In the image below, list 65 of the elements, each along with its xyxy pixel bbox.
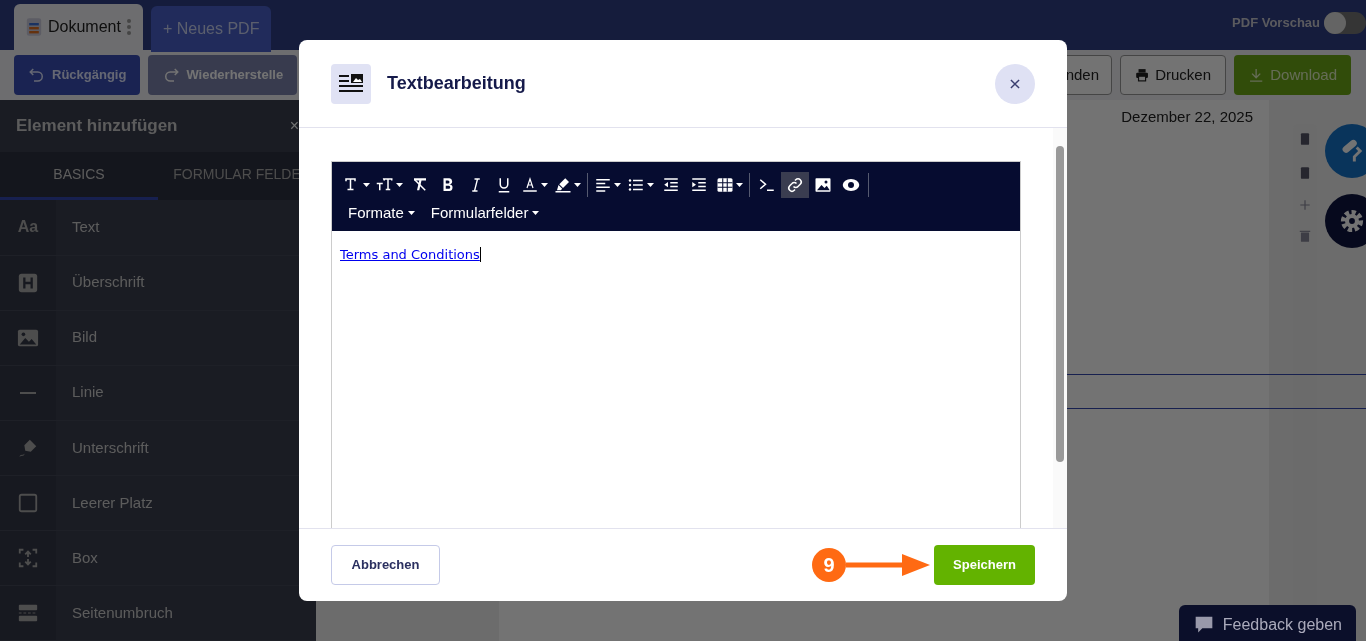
- printer-icon: [1135, 66, 1150, 84]
- table-icon: [716, 176, 734, 194]
- toolbar-button[interactable]: Drucken: [1120, 55, 1226, 95]
- caret-icon: [363, 183, 370, 187]
- editor[interactable]: Formate Formularfelder Terms and Conditions: [331, 161, 1021, 528]
- paint-button[interactable]: [1325, 124, 1366, 178]
- phone-icon: [1298, 130, 1312, 148]
- undo-icon: [28, 66, 46, 84]
- caret-icon: [736, 183, 743, 187]
- cancel-button[interactable]: Abbrechen: [331, 545, 440, 585]
- list-icon: [627, 176, 645, 194]
- square-icon: [17, 491, 39, 514]
- tablet-icon: [1298, 164, 1312, 182]
- trash-icon: [1298, 228, 1312, 244]
- caret-icon: [574, 183, 581, 187]
- image-icon: [814, 176, 832, 194]
- menu-button[interactable]: Formularfelder: [422, 202, 548, 225]
- step-badge: 9: [812, 548, 846, 582]
- caret-icon: [614, 183, 621, 187]
- feedback-button[interactable]: Feedback geben: [1178, 605, 1356, 641]
- settings-icon: [1338, 207, 1366, 235]
- close-button[interactable]: ×: [288, 113, 300, 140]
- caret-icon: [407, 211, 415, 216]
- toolbar-button[interactable]: Rückgängig: [14, 55, 141, 95]
- settings-button[interactable]: [1325, 194, 1366, 248]
- heading-icon: [17, 271, 39, 294]
- highlighter-icon: [554, 176, 572, 194]
- sidebar-item[interactable]: Seitenumbruch: [0, 585, 316, 641]
- toolbar-button[interactable]: Download: [1234, 55, 1351, 95]
- scrollbar[interactable]: [1053, 128, 1067, 528]
- close-icon: [1008, 76, 1022, 91]
- save-button[interactable]: Speichern: [934, 545, 1035, 585]
- caret-icon: [541, 183, 548, 187]
- outdent-icon: [662, 176, 680, 194]
- clear-format-icon: [411, 176, 429, 194]
- line-icon: [20, 391, 36, 394]
- switch-label: PDF Vorschau: [1232, 14, 1320, 33]
- page-break-icon: [17, 602, 39, 624]
- toggle-switch[interactable]: [1324, 12, 1366, 34]
- document-icon: [26, 17, 42, 37]
- caret-icon: [396, 183, 403, 187]
- menu-button[interactable]: Formate: [340, 202, 423, 225]
- download-icon: [1248, 66, 1265, 84]
- eye-icon: [842, 176, 860, 194]
- panel-title: Element hinzufügen: [16, 115, 178, 138]
- link[interactable]: Terms and Conditions: [340, 246, 481, 262]
- toolbar-button[interactable]: [781, 172, 809, 198]
- indent-icon: [690, 176, 708, 194]
- close-button[interactable]: [995, 63, 1035, 104]
- text-edit-icon: [331, 63, 371, 104]
- align-icon: [594, 176, 612, 194]
- app-tab[interactable]: Dokument: [14, 4, 143, 50]
- box-icon: [17, 546, 39, 569]
- kebab-icon: [126, 19, 131, 35]
- plus-icon: [1298, 198, 1312, 212]
- caret-icon: [647, 183, 654, 187]
- caret-icon: [532, 211, 540, 216]
- arrow-icon: [846, 554, 930, 576]
- dialog-title: Textbearbeitung: [387, 72, 526, 95]
- panel-tab[interactable]: FORMULAR FELDE: [158, 152, 316, 201]
- document-date: Dezember 22, 2025: [1121, 108, 1253, 125]
- text-color-icon: [521, 176, 539, 194]
- terminal-icon: [758, 176, 776, 194]
- link-icon: [786, 176, 804, 194]
- redo-icon: [162, 66, 181, 84]
